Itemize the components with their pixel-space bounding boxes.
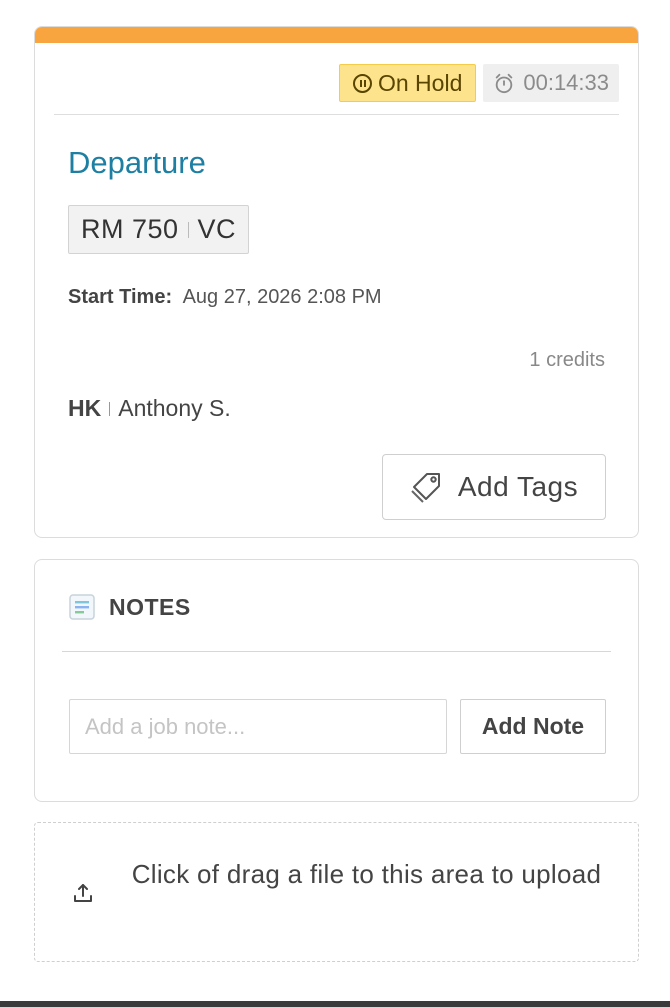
add-tags-label: Add Tags <box>457 471 579 502</box>
add-tags-button[interactable]: Add Tags <box>382 454 606 520</box>
add-note-button[interactable]: Add Note <box>460 699 606 754</box>
department-code: HK <box>68 395 102 421</box>
timer-value: 00:14:33 <box>523 70 609 95</box>
status-accent-bar <box>35 27 638 43</box>
credits-count: 1 credits <box>529 349 605 371</box>
notes-header: NOTES <box>68 593 191 621</box>
job-title: Departure <box>68 145 206 180</box>
bottom-bar <box>0 1001 670 1007</box>
room-status: VC <box>197 214 237 244</box>
start-time-value: Aug 27, 2026 2:08 PM <box>182 286 382 308</box>
start-time-label: Start Time: <box>68 286 173 308</box>
start-time-row: Start Time: Aug 27, 2026 2:08 PM <box>68 286 382 309</box>
assignee-row: HK Anthony S. <box>68 395 231 422</box>
timer-badge: 00:14:33 <box>483 64 619 102</box>
tag-icon <box>411 473 440 503</box>
document-lines-icon <box>69 594 95 620</box>
stopwatch-icon <box>496 73 513 94</box>
status-row: On Hold 00:14:33 <box>338 64 619 102</box>
upload-icon <box>74 884 92 902</box>
room-chip-separator <box>187 221 189 238</box>
header-divider <box>54 114 619 115</box>
upload-instructions: Click of drag a file to this area to upl… <box>131 859 602 889</box>
job-note-input[interactable] <box>69 699 447 754</box>
notes-divider <box>62 651 611 652</box>
notes-title: NOTES <box>109 593 191 620</box>
status-badge-label: On Hold <box>377 69 463 96</box>
notes-card: NOTES Add Note <box>34 559 639 802</box>
room-number: RM 750 <box>81 214 179 244</box>
pause-circle-icon <box>352 73 372 93</box>
job-card: On Hold 00:14:33 Departure RM 750 VC Sta… <box>34 26 639 538</box>
file-upload-dropzone[interactable]: Click of drag a file to this area to upl… <box>34 822 639 962</box>
room-chip: RM 750 VC <box>68 205 250 254</box>
assignee-name: Anthony S. <box>118 395 231 421</box>
status-badge: On Hold <box>338 64 477 102</box>
assignee-separator <box>109 401 111 416</box>
